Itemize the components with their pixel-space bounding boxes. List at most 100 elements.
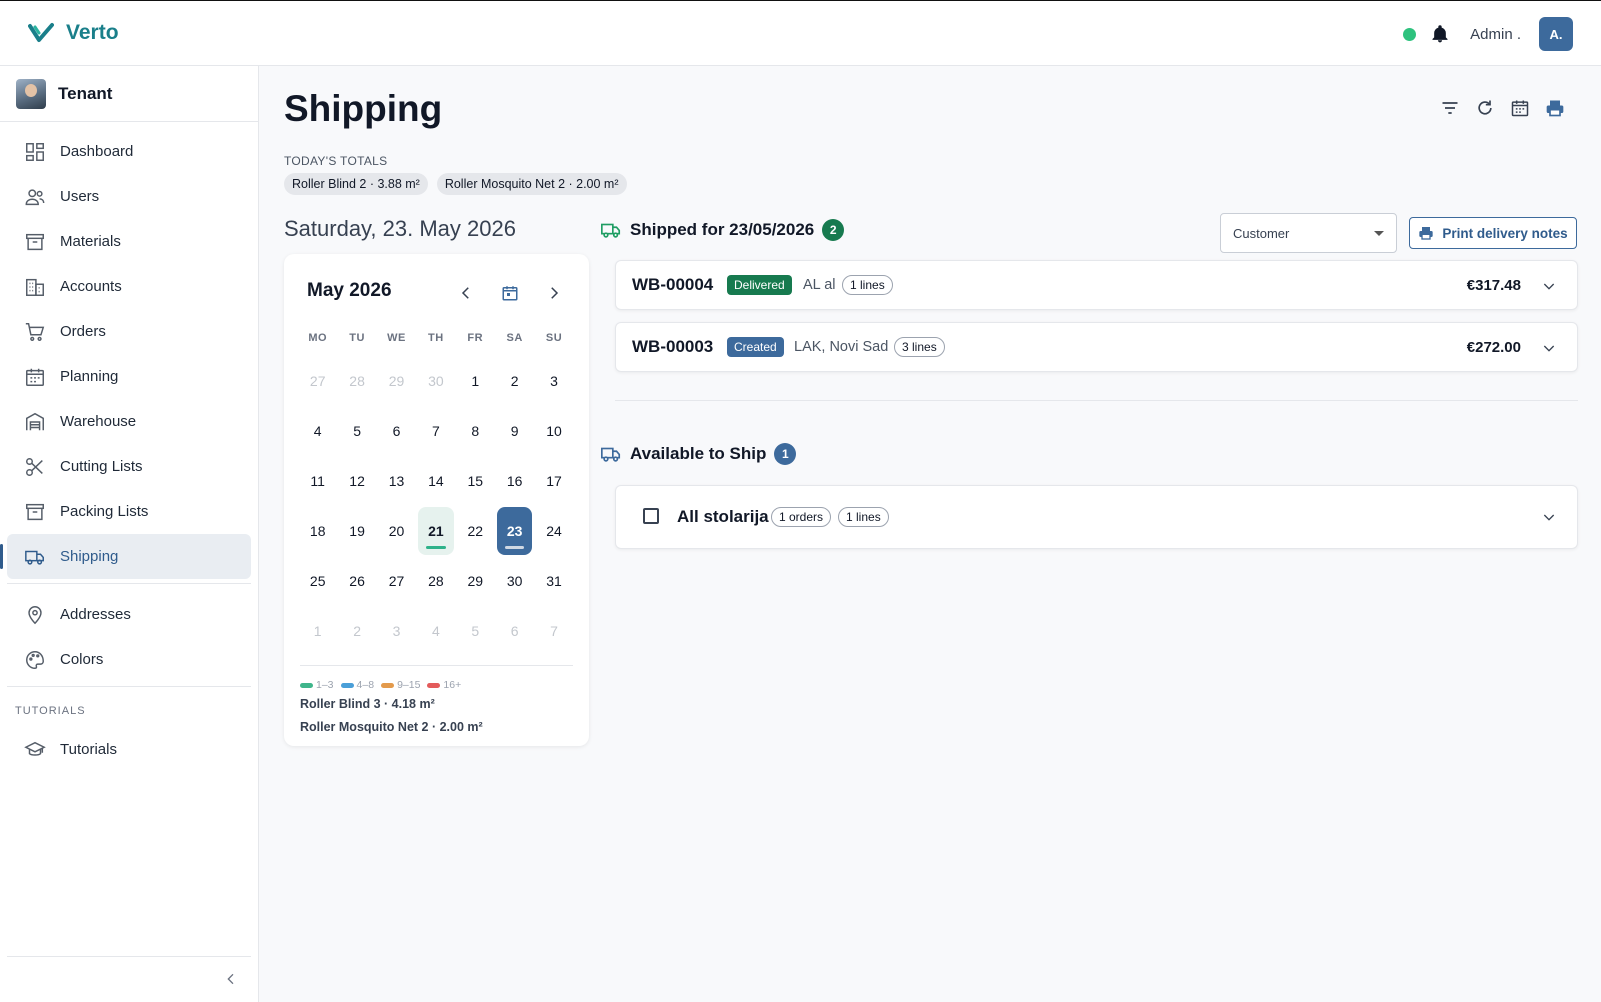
calendar-day[interactable]: 2 <box>337 606 376 656</box>
calendar-day[interactable]: 5 <box>456 606 495 656</box>
chevron-down-icon[interactable] <box>1541 340 1557 356</box>
calendar-day[interactable]: 15 <box>456 456 495 506</box>
brand[interactable]: Verto <box>28 21 119 45</box>
calendar-day[interactable]: 2 <box>495 356 534 406</box>
refresh-icon[interactable] <box>1475 98 1495 118</box>
sidebar-item-warehouse[interactable]: Warehouse <box>7 399 251 444</box>
calendar-day[interactable]: 21 <box>416 506 455 556</box>
sidebar-item-planning[interactable]: Planning <box>7 354 251 399</box>
calendar-day[interactable]: 5 <box>337 406 376 456</box>
calendar-day[interactable]: 17 <box>534 456 573 506</box>
calendar-day[interactable]: 9 <box>495 406 534 456</box>
sidebar-item-cutting-lists[interactable]: Cutting Lists <box>7 444 251 489</box>
user-avatar[interactable]: A. <box>1539 17 1573 51</box>
calendar-day-number: 24 <box>546 523 562 539</box>
calendar-day[interactable]: 19 <box>337 506 376 556</box>
sidebar-item-label: Materials <box>60 233 121 250</box>
calendar-day[interactable]: 7 <box>534 606 573 656</box>
sidebar-item-addresses[interactable]: Addresses <box>7 592 251 637</box>
calendar-day[interactable]: 18 <box>298 506 337 556</box>
calendar-day[interactable]: 13 <box>377 456 416 506</box>
calendar-day[interactable]: 30 <box>495 556 534 606</box>
calendar-day-number: 10 <box>546 423 562 439</box>
calendar-day[interactable]: 27 <box>298 356 337 406</box>
calendar-day[interactable]: 14 <box>416 456 455 506</box>
chevron-down-icon[interactable] <box>1541 278 1557 294</box>
calendar-day[interactable]: 29 <box>456 556 495 606</box>
calendar-day[interactable]: 8 <box>456 406 495 456</box>
calendar-day[interactable]: 31 <box>534 556 573 606</box>
calendar-day[interactable]: 28 <box>337 356 376 406</box>
chevron-left-icon[interactable] <box>457 284 475 302</box>
order-customer: LAK, Novi Sad <box>794 339 889 355</box>
calendar-day-number: 2 <box>353 623 361 639</box>
calendar-day[interactable]: 6 <box>377 406 416 456</box>
calendar-day[interactable]: 1 <box>456 356 495 406</box>
bell-icon[interactable] <box>1430 24 1450 44</box>
calendar-day-number: 14 <box>428 473 444 489</box>
calendar-day[interactable]: 4 <box>298 406 337 456</box>
calendar-day[interactable]: 10 <box>534 406 573 456</box>
user-name[interactable]: Admin . <box>1470 26 1521 43</box>
sidebar-item-accounts[interactable]: Accounts <box>7 264 251 309</box>
chevron-left-icon[interactable] <box>223 971 239 987</box>
calendar-day-number: 3 <box>392 623 401 639</box>
calendar-day-number: 28 <box>349 373 365 389</box>
calendar-day[interactable]: 26 <box>337 556 376 606</box>
sidebar-item-orders[interactable]: Orders <box>7 309 251 354</box>
online-status-dot <box>1403 27 1417 41</box>
calendar-day[interactable]: 23 <box>495 506 534 556</box>
calendar-day-number: 4 <box>431 623 440 639</box>
calendar-day-number: 27 <box>388 573 405 589</box>
order-card[interactable]: WB-00003 Created LAK, Novi Sad 3 lines €… <box>615 322 1578 372</box>
calendar-day[interactable]: 30 <box>416 356 455 406</box>
calendar-day[interactable]: 1 <box>298 606 337 656</box>
tenant-switcher[interactable]: Tenant <box>0 66 258 122</box>
calendar-day-number: 1 <box>313 623 322 639</box>
sidebar-item-packing-lists[interactable]: Packing Lists <box>7 489 251 534</box>
sidebar-item-shipping[interactable]: Shipping <box>0 534 251 579</box>
sidebar-item-materials[interactable]: Materials <box>7 219 251 264</box>
sidebar-item-colors[interactable]: Colors <box>7 637 251 682</box>
sidebar-item-tutorials[interactable]: Tutorials <box>7 727 251 772</box>
calendar-month-label: May 2026 <box>307 280 392 301</box>
calendar-summary-line: Roller Mosquito Net 2 · 2.00 m² <box>300 720 483 734</box>
calendar-day[interactable]: 24 <box>534 506 573 556</box>
truck-icon <box>601 447 621 462</box>
calendar-day[interactable]: 11 <box>298 456 337 506</box>
sidebar-item-dashboard[interactable]: Dashboard <box>7 129 251 174</box>
calendar-day[interactable]: 27 <box>377 556 416 606</box>
chevron-down-icon[interactable] <box>1541 509 1557 525</box>
calendar-today-icon[interactable] <box>501 284 519 302</box>
calendar-icon[interactable] <box>1510 98 1530 118</box>
group-lines-pill: 1 lines <box>838 507 889 527</box>
calendar-day[interactable]: 20 <box>377 506 416 556</box>
sidebar-item-users[interactable]: Users <box>7 174 251 219</box>
calendar-day[interactable]: 16 <box>495 456 534 506</box>
calendar-day[interactable]: 22 <box>456 506 495 556</box>
building-icon <box>26 278 44 296</box>
calendar-day[interactable]: 12 <box>337 456 376 506</box>
calendar-day[interactable]: 6 <box>495 606 534 656</box>
calendar-day[interactable]: 29 <box>377 356 416 406</box>
calendar-day[interactable]: 25 <box>298 556 337 606</box>
weekday-header: TH <box>428 332 444 344</box>
print-delivery-notes-button[interactable]: Print delivery notes <box>1409 217 1577 249</box>
calendar-day[interactable]: 3 <box>377 606 416 656</box>
order-card[interactable]: WB-00004 Delivered AL al 1 lines €317.48 <box>615 260 1578 310</box>
sidebar: Tenant Dashboard Users Materials Account… <box>0 66 259 1002</box>
calendar-day[interactable]: 7 <box>416 406 455 456</box>
printer-icon[interactable] <box>1545 98 1565 118</box>
todays-totals-label: TODAY'S TOTALS <box>284 154 388 168</box>
calendar-day[interactable]: 3 <box>534 356 573 406</box>
calendar-day[interactable]: 4 <box>416 606 455 656</box>
filter-icon[interactable] <box>1440 98 1460 118</box>
available-group-card[interactable]: All stolarija 1 orders 1 lines <box>615 485 1578 549</box>
order-id: WB-00003 <box>632 337 714 356</box>
shipped-count-badge: 2 <box>822 219 845 241</box>
sidebar-item-label: Shipping <box>60 548 119 565</box>
customer-select[interactable]: Customer <box>1220 213 1397 253</box>
chevron-right-icon[interactable] <box>545 284 563 302</box>
calendar-day[interactable]: 28 <box>416 556 455 606</box>
group-checkbox[interactable] <box>643 508 659 524</box>
